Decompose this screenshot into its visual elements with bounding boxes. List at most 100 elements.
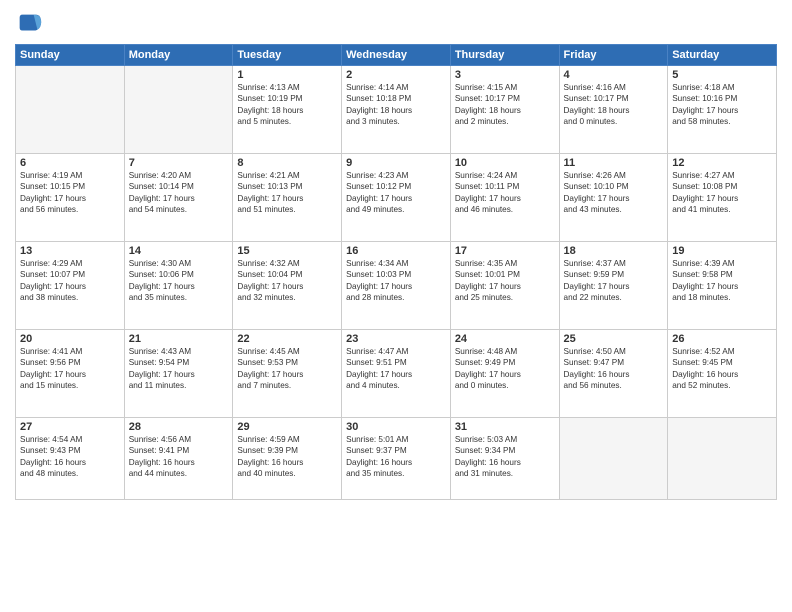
day-number: 16 bbox=[346, 245, 446, 257]
day-info: Sunrise: 4:21 AMSunset: 10:13 PMDaylight… bbox=[237, 170, 337, 216]
day-number: 27 bbox=[20, 421, 120, 433]
day-info: Sunrise: 4:16 AMSunset: 10:17 PMDaylight… bbox=[564, 82, 664, 128]
calendar-body: 1Sunrise: 4:13 AMSunset: 10:19 PMDayligh… bbox=[16, 66, 777, 500]
page: SundayMondayTuesdayWednesdayThursdayFrid… bbox=[0, 0, 792, 612]
day-info: Sunrise: 4:14 AMSunset: 10:18 PMDaylight… bbox=[346, 82, 446, 128]
week-row-5: 27Sunrise: 4:54 AMSunset: 9:43 PMDayligh… bbox=[16, 418, 777, 500]
day-cell: 31Sunrise: 5:03 AMSunset: 9:34 PMDayligh… bbox=[450, 418, 559, 500]
logo-icon bbox=[15, 10, 43, 38]
day-header-wednesday: Wednesday bbox=[342, 45, 451, 66]
day-info: Sunrise: 4:52 AMSunset: 9:45 PMDaylight:… bbox=[672, 346, 772, 392]
day-cell: 6Sunrise: 4:19 AMSunset: 10:15 PMDayligh… bbox=[16, 154, 125, 242]
day-info: Sunrise: 4:45 AMSunset: 9:53 PMDaylight:… bbox=[237, 346, 337, 392]
day-number: 29 bbox=[237, 421, 337, 433]
day-info: Sunrise: 4:20 AMSunset: 10:14 PMDaylight… bbox=[129, 170, 229, 216]
day-info: Sunrise: 4:13 AMSunset: 10:19 PMDaylight… bbox=[237, 82, 337, 128]
week-row-4: 20Sunrise: 4:41 AMSunset: 9:56 PMDayligh… bbox=[16, 330, 777, 418]
day-info: Sunrise: 4:26 AMSunset: 10:10 PMDaylight… bbox=[564, 170, 664, 216]
day-header-tuesday: Tuesday bbox=[233, 45, 342, 66]
day-info: Sunrise: 4:15 AMSunset: 10:17 PMDaylight… bbox=[455, 82, 555, 128]
day-info: Sunrise: 4:50 AMSunset: 9:47 PMDaylight:… bbox=[564, 346, 664, 392]
day-info: Sunrise: 4:39 AMSunset: 9:58 PMDaylight:… bbox=[672, 258, 772, 304]
day-cell: 12Sunrise: 4:27 AMSunset: 10:08 PMDaylig… bbox=[668, 154, 777, 242]
day-cell: 9Sunrise: 4:23 AMSunset: 10:12 PMDayligh… bbox=[342, 154, 451, 242]
day-info: Sunrise: 4:43 AMSunset: 9:54 PMDaylight:… bbox=[129, 346, 229, 392]
day-info: Sunrise: 4:18 AMSunset: 10:16 PMDaylight… bbox=[672, 82, 772, 128]
day-header-friday: Friday bbox=[559, 45, 668, 66]
day-number: 28 bbox=[129, 421, 229, 433]
day-number: 30 bbox=[346, 421, 446, 433]
day-cell bbox=[559, 418, 668, 500]
day-number: 7 bbox=[129, 157, 229, 169]
day-cell: 30Sunrise: 5:01 AMSunset: 9:37 PMDayligh… bbox=[342, 418, 451, 500]
day-cell: 24Sunrise: 4:48 AMSunset: 9:49 PMDayligh… bbox=[450, 330, 559, 418]
day-cell: 15Sunrise: 4:32 AMSunset: 10:04 PMDaylig… bbox=[233, 242, 342, 330]
day-cell: 11Sunrise: 4:26 AMSunset: 10:10 PMDaylig… bbox=[559, 154, 668, 242]
day-number: 13 bbox=[20, 245, 120, 257]
day-number: 21 bbox=[129, 333, 229, 345]
day-info: Sunrise: 5:01 AMSunset: 9:37 PMDaylight:… bbox=[346, 434, 446, 480]
day-cell: 10Sunrise: 4:24 AMSunset: 10:11 PMDaylig… bbox=[450, 154, 559, 242]
day-cell: 5Sunrise: 4:18 AMSunset: 10:16 PMDayligh… bbox=[668, 66, 777, 154]
day-info: Sunrise: 4:59 AMSunset: 9:39 PMDaylight:… bbox=[237, 434, 337, 480]
day-info: Sunrise: 4:54 AMSunset: 9:43 PMDaylight:… bbox=[20, 434, 120, 480]
day-cell bbox=[16, 66, 125, 154]
day-number: 25 bbox=[564, 333, 664, 345]
day-number: 12 bbox=[672, 157, 772, 169]
day-info: Sunrise: 4:24 AMSunset: 10:11 PMDaylight… bbox=[455, 170, 555, 216]
day-cell: 25Sunrise: 4:50 AMSunset: 9:47 PMDayligh… bbox=[559, 330, 668, 418]
day-number: 2 bbox=[346, 69, 446, 81]
day-number: 18 bbox=[564, 245, 664, 257]
day-cell: 28Sunrise: 4:56 AMSunset: 9:41 PMDayligh… bbox=[124, 418, 233, 500]
day-number: 6 bbox=[20, 157, 120, 169]
day-info: Sunrise: 4:56 AMSunset: 9:41 PMDaylight:… bbox=[129, 434, 229, 480]
day-number: 24 bbox=[455, 333, 555, 345]
day-cell: 3Sunrise: 4:15 AMSunset: 10:17 PMDayligh… bbox=[450, 66, 559, 154]
day-number: 11 bbox=[564, 157, 664, 169]
day-info: Sunrise: 4:19 AMSunset: 10:15 PMDaylight… bbox=[20, 170, 120, 216]
day-info: Sunrise: 4:32 AMSunset: 10:04 PMDaylight… bbox=[237, 258, 337, 304]
day-header-sunday: Sunday bbox=[16, 45, 125, 66]
day-number: 3 bbox=[455, 69, 555, 81]
day-number: 22 bbox=[237, 333, 337, 345]
day-cell: 29Sunrise: 4:59 AMSunset: 9:39 PMDayligh… bbox=[233, 418, 342, 500]
day-number: 10 bbox=[455, 157, 555, 169]
day-cell: 4Sunrise: 4:16 AMSunset: 10:17 PMDayligh… bbox=[559, 66, 668, 154]
day-cell: 7Sunrise: 4:20 AMSunset: 10:14 PMDayligh… bbox=[124, 154, 233, 242]
day-number: 20 bbox=[20, 333, 120, 345]
day-info: Sunrise: 4:35 AMSunset: 10:01 PMDaylight… bbox=[455, 258, 555, 304]
day-cell: 13Sunrise: 4:29 AMSunset: 10:07 PMDaylig… bbox=[16, 242, 125, 330]
day-header-thursday: Thursday bbox=[450, 45, 559, 66]
day-info: Sunrise: 4:23 AMSunset: 10:12 PMDaylight… bbox=[346, 170, 446, 216]
day-number: 19 bbox=[672, 245, 772, 257]
week-row-1: 1Sunrise: 4:13 AMSunset: 10:19 PMDayligh… bbox=[16, 66, 777, 154]
day-info: Sunrise: 4:41 AMSunset: 9:56 PMDaylight:… bbox=[20, 346, 120, 392]
day-number: 8 bbox=[237, 157, 337, 169]
day-number: 17 bbox=[455, 245, 555, 257]
day-number: 9 bbox=[346, 157, 446, 169]
day-cell: 14Sunrise: 4:30 AMSunset: 10:06 PMDaylig… bbox=[124, 242, 233, 330]
day-number: 15 bbox=[237, 245, 337, 257]
day-info: Sunrise: 4:37 AMSunset: 9:59 PMDaylight:… bbox=[564, 258, 664, 304]
day-cell: 26Sunrise: 4:52 AMSunset: 9:45 PMDayligh… bbox=[668, 330, 777, 418]
calendar-table: SundayMondayTuesdayWednesdayThursdayFrid… bbox=[15, 44, 777, 500]
day-cell bbox=[124, 66, 233, 154]
day-info: Sunrise: 4:34 AMSunset: 10:03 PMDaylight… bbox=[346, 258, 446, 304]
week-row-2: 6Sunrise: 4:19 AMSunset: 10:15 PMDayligh… bbox=[16, 154, 777, 242]
day-cell: 23Sunrise: 4:47 AMSunset: 9:51 PMDayligh… bbox=[342, 330, 451, 418]
day-cell: 16Sunrise: 4:34 AMSunset: 10:03 PMDaylig… bbox=[342, 242, 451, 330]
logo bbox=[15, 10, 47, 38]
day-number: 4 bbox=[564, 69, 664, 81]
day-info: Sunrise: 4:48 AMSunset: 9:49 PMDaylight:… bbox=[455, 346, 555, 392]
day-header-monday: Monday bbox=[124, 45, 233, 66]
day-number: 26 bbox=[672, 333, 772, 345]
day-cell: 18Sunrise: 4:37 AMSunset: 9:59 PMDayligh… bbox=[559, 242, 668, 330]
header bbox=[15, 10, 777, 38]
day-cell: 1Sunrise: 4:13 AMSunset: 10:19 PMDayligh… bbox=[233, 66, 342, 154]
day-info: Sunrise: 4:27 AMSunset: 10:08 PMDaylight… bbox=[672, 170, 772, 216]
day-cell: 20Sunrise: 4:41 AMSunset: 9:56 PMDayligh… bbox=[16, 330, 125, 418]
day-cell: 17Sunrise: 4:35 AMSunset: 10:01 PMDaylig… bbox=[450, 242, 559, 330]
day-info: Sunrise: 4:47 AMSunset: 9:51 PMDaylight:… bbox=[346, 346, 446, 392]
week-row-3: 13Sunrise: 4:29 AMSunset: 10:07 PMDaylig… bbox=[16, 242, 777, 330]
day-cell bbox=[668, 418, 777, 500]
